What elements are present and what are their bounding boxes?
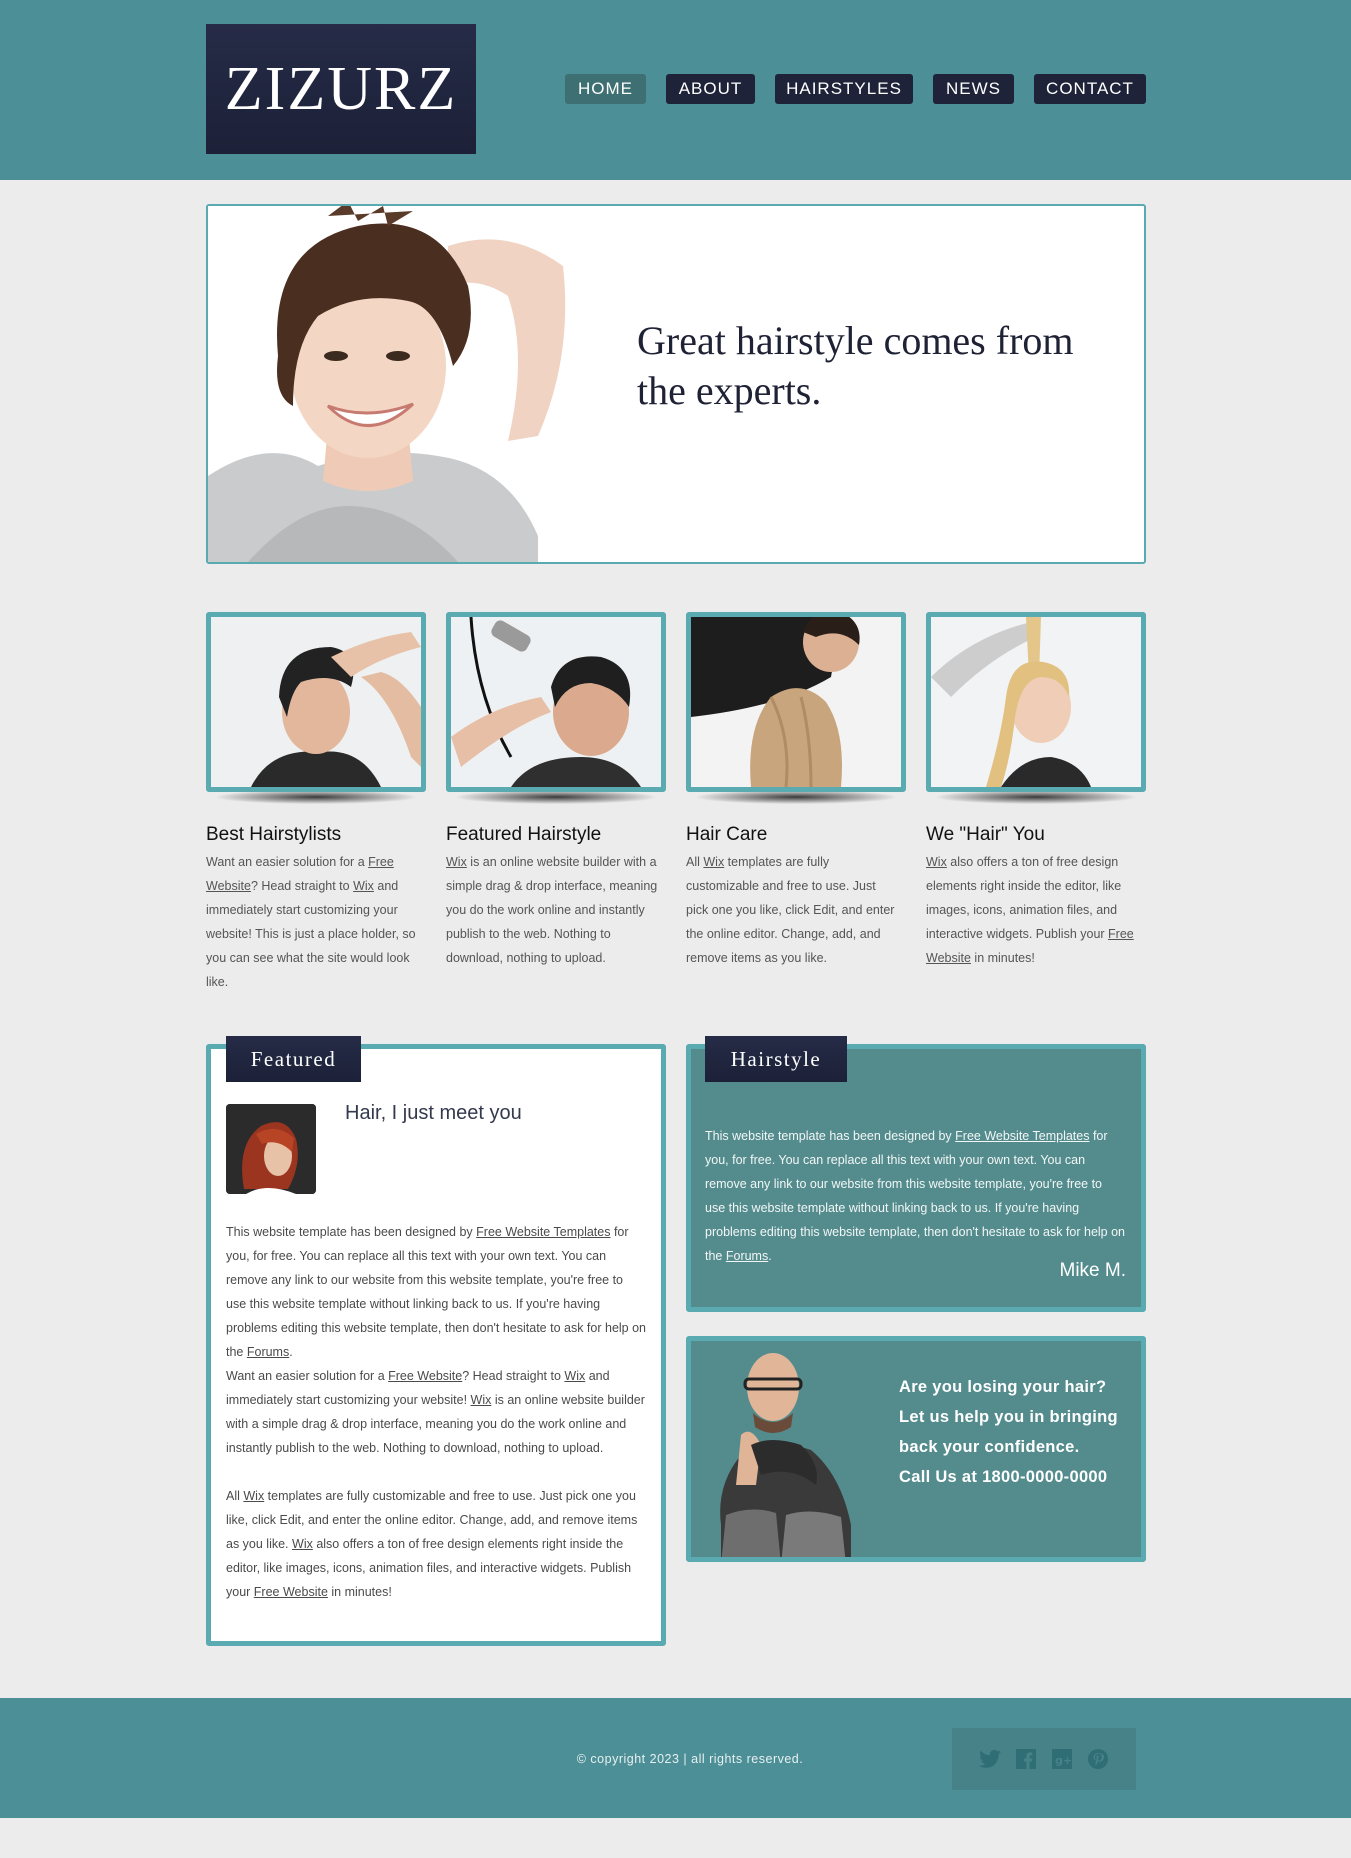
card-shadow: [936, 790, 1136, 804]
card-title: Featured Hairstyle: [446, 824, 602, 845]
card-image-featured-hairstyle[interactable]: [446, 612, 666, 792]
wix-link[interactable]: Wix: [703, 855, 724, 869]
free-website-templates-link[interactable]: Free Website Templates: [955, 1129, 1089, 1143]
free-website-link[interactable]: Free Website: [254, 1585, 328, 1599]
wix-link[interactable]: Wix: [564, 1369, 585, 1383]
card-title: We "Hair" You: [926, 824, 1045, 845]
featured-paragraph: Want an easier solution for a Free Websi…: [226, 1364, 646, 1460]
wix-link[interactable]: Wix: [243, 1489, 264, 1503]
featured-heading: Hair, I just meet you: [345, 1102, 522, 1124]
text-segment: for you, for free. You can replace all t…: [705, 1129, 1125, 1263]
text-segment: This website template has been designed …: [226, 1225, 477, 1239]
nav-news[interactable]: NEWS: [933, 74, 1014, 104]
google-plus-icon[interactable]: g+: [1051, 1748, 1073, 1770]
text-segment: Want an easier solution for a: [206, 855, 369, 869]
wix-link[interactable]: Wix: [471, 1393, 492, 1407]
stylist-cutting-hair-photo: [211, 617, 421, 787]
card-image-hair-care[interactable]: [686, 612, 906, 792]
forums-link[interactable]: Forums: [726, 1249, 768, 1263]
social-links: g+: [952, 1728, 1136, 1790]
nav-home[interactable]: HOME: [565, 74, 646, 104]
woman-blonde-hair-photo: [931, 617, 1141, 787]
text-segment: Want an easier solution for a: [226, 1369, 389, 1383]
text-segment: in minutes!: [327, 1585, 392, 1599]
free-website-link[interactable]: Free Website: [388, 1369, 462, 1383]
wix-link[interactable]: Wix: [446, 855, 467, 869]
clipper-haircut-photo: [451, 617, 661, 787]
card-title: Hair Care: [686, 824, 768, 845]
wix-link[interactable]: Wix: [292, 1537, 313, 1551]
hairstyle-testimonial: This website template has been designed …: [705, 1124, 1125, 1268]
wix-link[interactable]: Wix: [926, 855, 947, 869]
text-segment: for you, for free. You can replace all t…: [226, 1225, 646, 1359]
promo-line: Are you losing your hair?: [899, 1378, 1107, 1396]
nav-hairstyles[interactable]: HAIRSTYLES: [775, 74, 913, 104]
site-logo[interactable]: ZIZURZ: [206, 24, 476, 154]
card-shadow: [696, 790, 896, 804]
free-website-templates-link[interactable]: Free Website Templates: [476, 1225, 610, 1239]
card-description: All Wix templates are fully customizable…: [686, 850, 898, 970]
card-image-we-hair-you[interactable]: [926, 612, 1146, 792]
pinterest-icon[interactable]: [1087, 1748, 1109, 1770]
facebook-icon[interactable]: [1015, 1748, 1037, 1770]
card-image-best-hairstylists[interactable]: [206, 612, 426, 792]
hero-banner: Great hairstyle comes from the experts.: [206, 204, 1146, 564]
featured-thumbnail[interactable]: [226, 1104, 316, 1194]
wix-link[interactable]: Wix: [353, 879, 374, 893]
hero-woman-photo: [208, 206, 568, 562]
text-segment: also offers a ton of free design element…: [926, 855, 1122, 941]
card-description: Wix is an online website builder with a …: [446, 850, 658, 970]
text-segment: and immediately start customizing your w…: [206, 879, 416, 989]
promo-message: Are you losing your hair? Let us help yo…: [899, 1372, 1139, 1492]
nav-about[interactable]: ABOUT: [666, 74, 755, 104]
card-description: Want an easier solution for a Free Websi…: [206, 850, 418, 994]
text-segment: All: [686, 855, 704, 869]
red-bob-hair-photo: [226, 1104, 316, 1194]
bald-man-photo: [720, 1353, 851, 1557]
text-segment: ? Head straight to: [462, 1369, 565, 1383]
featured-tab: Featured: [226, 1036, 361, 1082]
text-segment: in minutes!: [970, 951, 1035, 965]
card-shadow: [216, 790, 416, 804]
copyright-text: © copyright 2023 | all rights reserved.: [576, 1752, 804, 1766]
nav-contact[interactable]: CONTACT: [1034, 74, 1146, 104]
text-segment: This website template has been designed …: [705, 1129, 956, 1143]
card-description: Wix also offers a ton of free design ele…: [926, 850, 1138, 970]
text-segment: is an online website builder with a simp…: [446, 855, 658, 965]
text-segment: templates are fully customizable and fre…: [686, 855, 895, 965]
text-segment: .: [289, 1345, 293, 1359]
svg-text:g+: g+: [1055, 1754, 1072, 1767]
card-title: Best Hairstylists: [206, 824, 342, 845]
card-shadow: [456, 790, 656, 804]
hairstyle-tab: Hairstyle: [705, 1036, 847, 1082]
testimonial-author: Mike M.: [1059, 1260, 1127, 1281]
featured-paragraph: All Wix templates are fully customizable…: [226, 1484, 646, 1604]
text-segment: All: [226, 1489, 244, 1503]
promo-line: Let us help you in bringing back your co…: [899, 1408, 1118, 1456]
stylist-combing-hair-photo: [691, 617, 901, 787]
text-segment: .: [768, 1249, 772, 1263]
forums-link[interactable]: Forums: [247, 1345, 289, 1359]
promo-phone: Call Us at 1800-0000-0000: [899, 1468, 1108, 1486]
text-segment: ? Head straight to: [250, 879, 354, 893]
twitter-icon[interactable]: [979, 1748, 1001, 1770]
featured-paragraph: This website template has been designed …: [226, 1220, 646, 1364]
hero-headline: Great hairstyle comes from the experts.: [637, 318, 1074, 413]
